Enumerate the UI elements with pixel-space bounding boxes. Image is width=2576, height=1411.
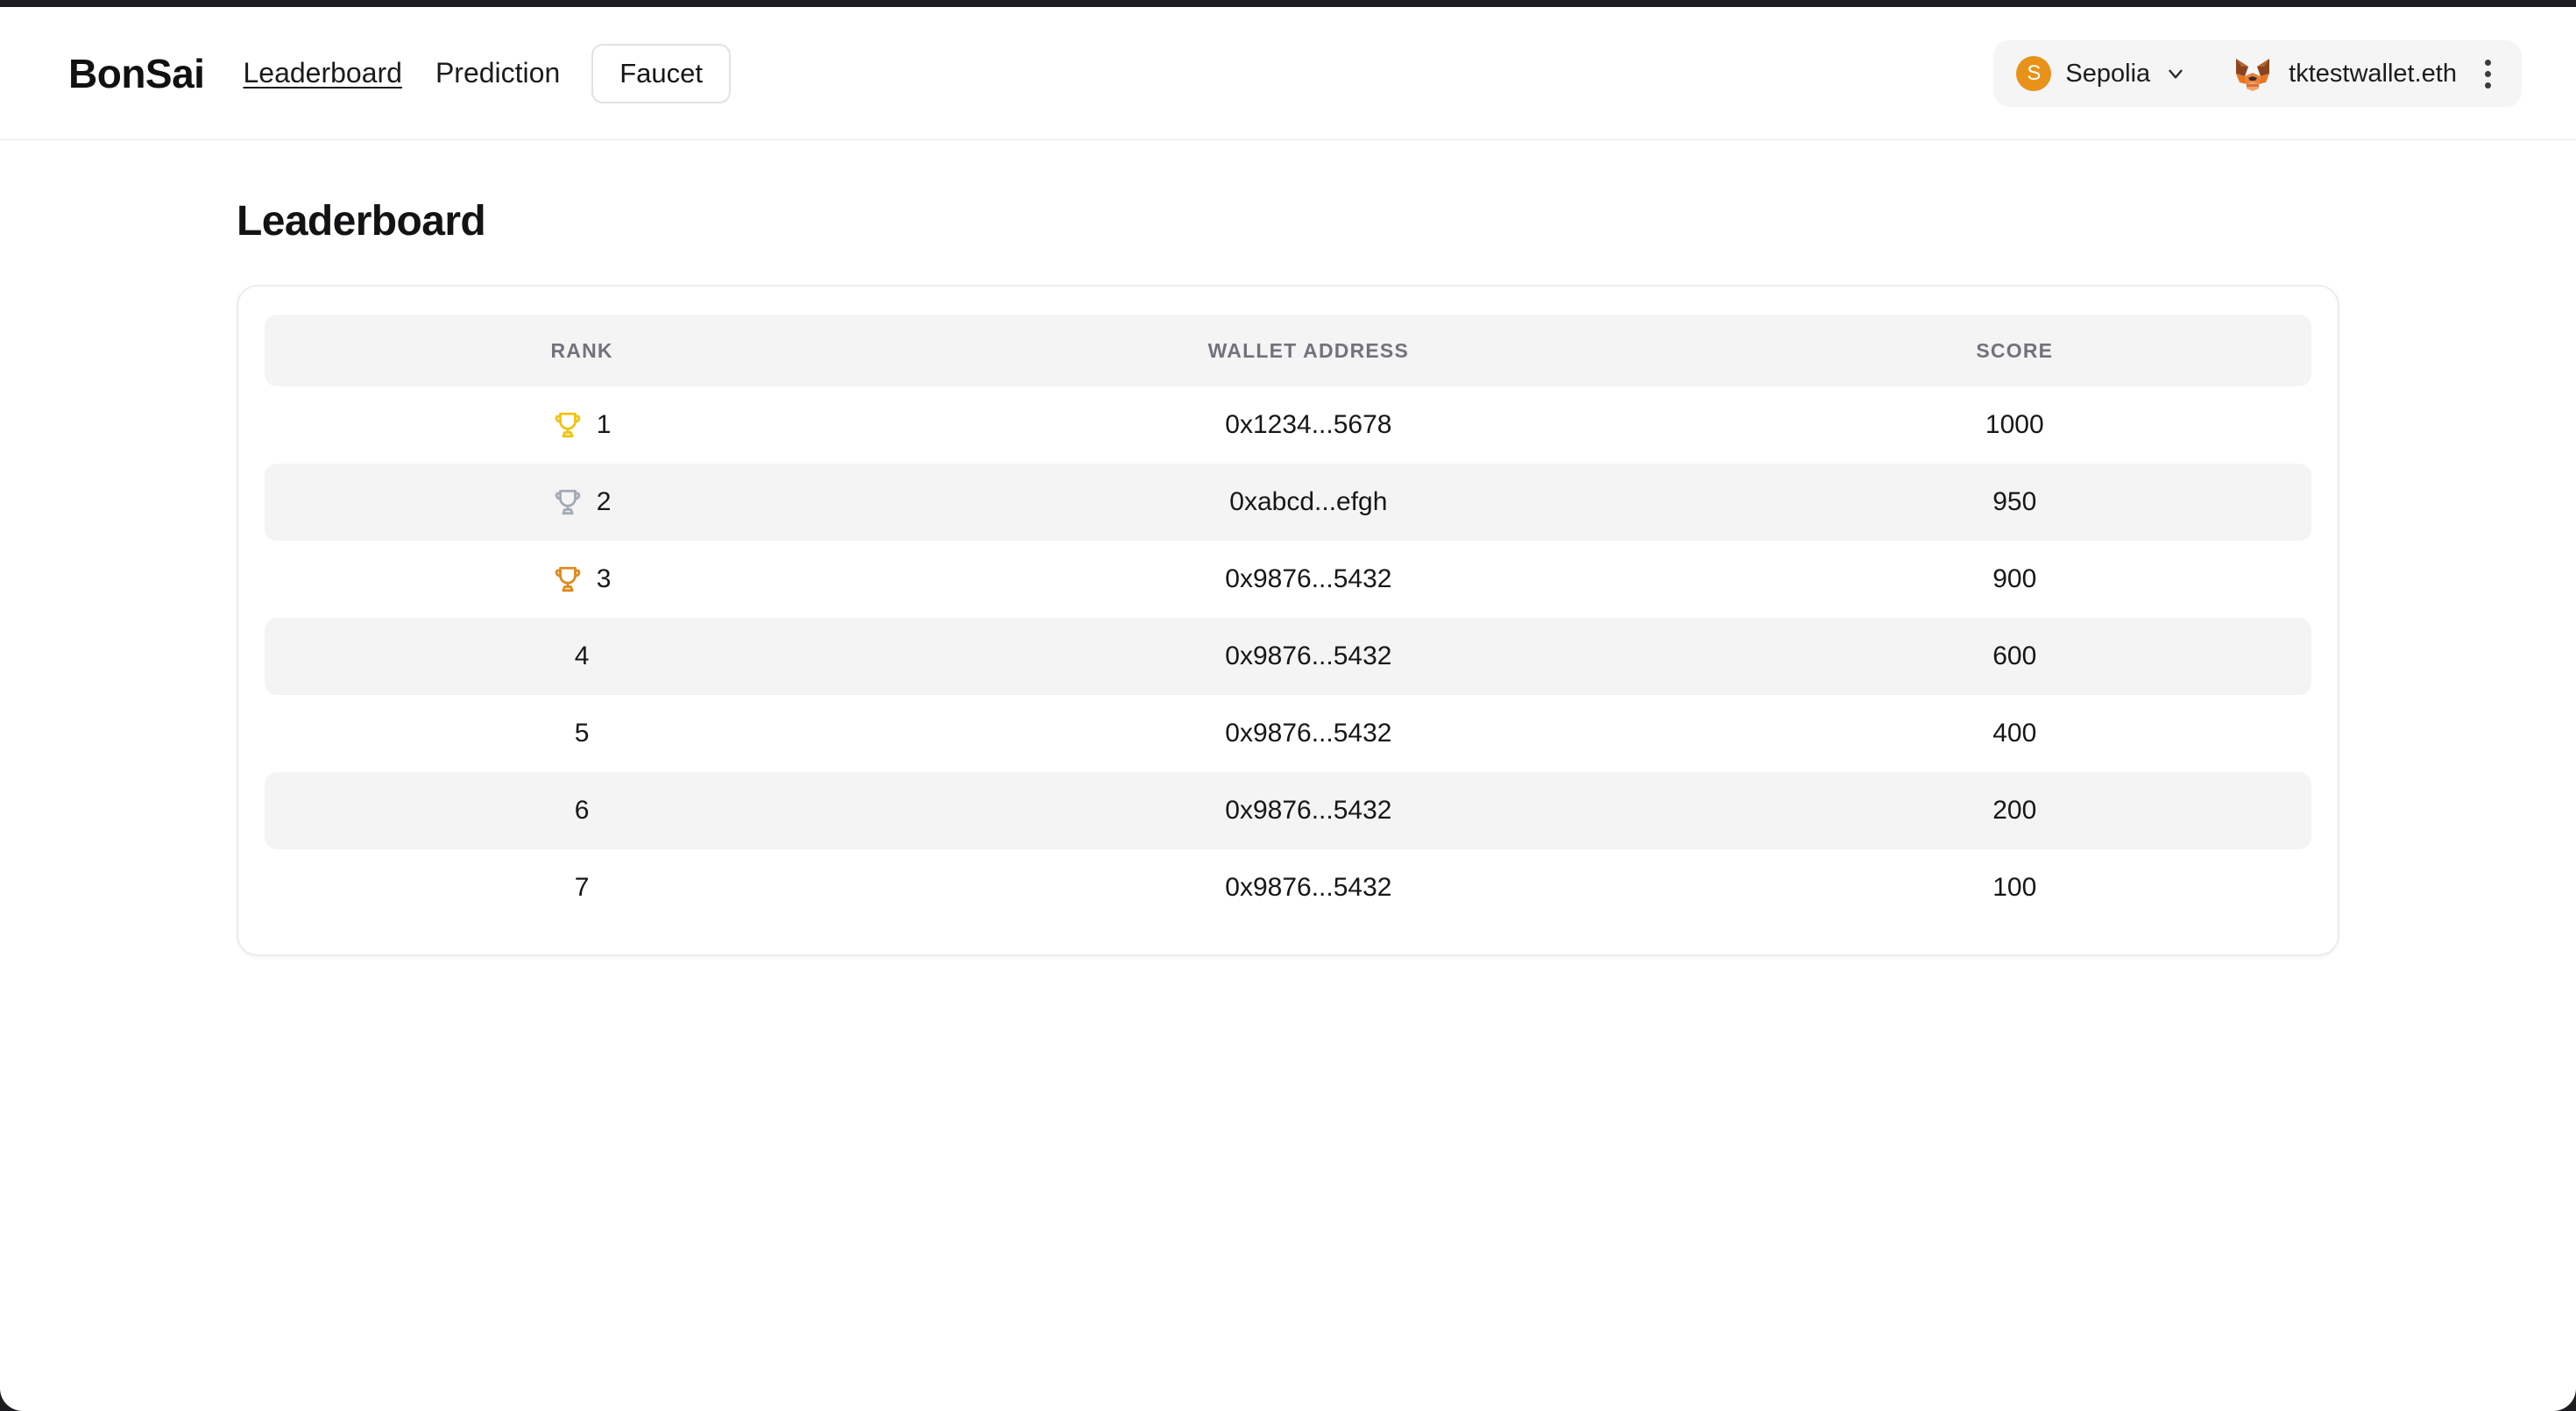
rank-cell-inner: 3 [265, 564, 899, 594]
cell-rank: 5 [265, 695, 899, 772]
rank-cell-inner: 1 [265, 410, 899, 440]
cell-rank: 7 [265, 849, 899, 926]
table-row[interactable]: 3 0x9876...5432 900 [265, 541, 2311, 618]
table-row[interactable]: 6 0x9876...5432 200 [265, 772, 2311, 849]
cell-rank: 4 [265, 618, 900, 695]
cell-wallet-address[interactable]: 0x9876...5432 [899, 618, 1718, 695]
main-content: Leaderboard RANK WALLET ADDRESS SCORE 10… [0, 197, 2576, 956]
cell-score: 400 [1992, 719, 2037, 748]
cell-rank: 6 [265, 772, 900, 849]
dot [2484, 82, 2491, 89]
app-header: BonSai Leaderboard Prediction Faucet S S… [0, 7, 2576, 140]
cell-wallet-address[interactable]: 0xabcd...efgh [899, 464, 1718, 541]
account-name: tktestwallet.eth [2289, 59, 2457, 88]
leaderboard-table: RANK WALLET ADDRESS SCORE 1 0x1234...5678… [265, 315, 2311, 926]
rank-cell-inner: 4 [265, 643, 899, 670]
table-row[interactable]: 1 0x1234...5678 1000 [265, 386, 2311, 464]
trophy-silver-icon [553, 487, 583, 517]
network-badge-icon: S [2016, 56, 2052, 91]
nav-link-leaderboard[interactable]: Leaderboard [243, 57, 401, 89]
primary-nav: Leaderboard Prediction [243, 57, 560, 89]
cell-score: 200 [1717, 772, 2311, 849]
rank-value: 2 [596, 487, 612, 516]
rank-value: 5 [574, 719, 590, 748]
table-header: RANK WALLET ADDRESS SCORE [265, 315, 2311, 386]
rank-cell-inner: 7 [265, 875, 899, 901]
browser-window: BonSai Leaderboard Prediction Faucet S S… [0, 7, 2576, 1411]
table-row[interactable]: 5 0x9876...5432 400 [265, 695, 2311, 772]
table-row[interactable]: 4 0x9876...5432 600 [265, 618, 2311, 695]
cell-wallet-address[interactable]: 0x1234...5678 [899, 386, 1717, 464]
network-name: Sepolia [2065, 59, 2151, 88]
rank-value: 1 [596, 410, 612, 439]
cell-score: 950 [1717, 464, 2311, 541]
rank-value: 3 [596, 564, 612, 593]
trophy-bronze-icon [553, 564, 583, 594]
cell-score: 900 [1992, 564, 2037, 593]
wallet-bar: S Sepolia tktestwallet.eth [1993, 40, 2522, 107]
faucet-button[interactable]: Faucet [591, 43, 732, 103]
rank-cell-inner: 6 [265, 798, 899, 824]
trophy-gold-icon [553, 410, 583, 440]
table-body: 1 0x1234...5678 1000 2 0xabcd...efgh 950 3 0x98… [265, 386, 2311, 926]
cell-wallet-address[interactable]: 0x9876...5432 [899, 541, 1717, 618]
vertical-dots-icon[interactable] [2473, 54, 2502, 93]
nav-link-prediction[interactable]: Prediction [435, 57, 560, 89]
cell-score: 100 [1992, 873, 2037, 902]
chevron-down-icon [2164, 62, 2187, 85]
column-header-score[interactable]: SCORE [1717, 315, 2311, 386]
network-selector[interactable]: S Sepolia [2016, 56, 2196, 91]
rank-cell-inner: 2 [265, 487, 899, 517]
cell-rank: 3 [265, 541, 899, 618]
cell-wallet-address[interactable]: 0x9876...5432 [899, 772, 1718, 849]
cell-rank: 1 [265, 386, 899, 464]
metamask-fox-icon [2233, 55, 2273, 92]
cell-score: 1000 [1985, 410, 2044, 439]
page-title: Leaderboard [237, 198, 486, 245]
rank-value: 4 [574, 642, 590, 670]
brand-logo[interactable]: BonSai [68, 53, 205, 94]
column-header-rank[interactable]: RANK [265, 315, 900, 386]
cell-score: 600 [1717, 618, 2311, 695]
column-header-wallet-address[interactable]: WALLET ADDRESS [899, 315, 1718, 386]
cell-wallet-address[interactable]: 0x9876...5432 [899, 695, 1717, 772]
table-row[interactable]: 2 0xabcd...efgh 950 [265, 464, 2311, 541]
cell-rank: 2 [265, 464, 900, 541]
rank-value: 7 [574, 873, 590, 902]
rank-value: 6 [574, 796, 590, 825]
account-selector[interactable]: tktestwallet.eth [2233, 55, 2457, 92]
leaderboard-card: RANK WALLET ADDRESS SCORE 1 0x1234...5678… [237, 285, 2339, 956]
table-row[interactable]: 7 0x9876...5432 100 [265, 849, 2311, 926]
table-header-row: RANK WALLET ADDRESS SCORE [265, 315, 2311, 386]
rank-cell-inner: 5 [265, 720, 899, 747]
dot [2484, 70, 2491, 77]
cell-wallet-address[interactable]: 0x9876...5432 [899, 849, 1717, 926]
dot [2484, 59, 2491, 66]
